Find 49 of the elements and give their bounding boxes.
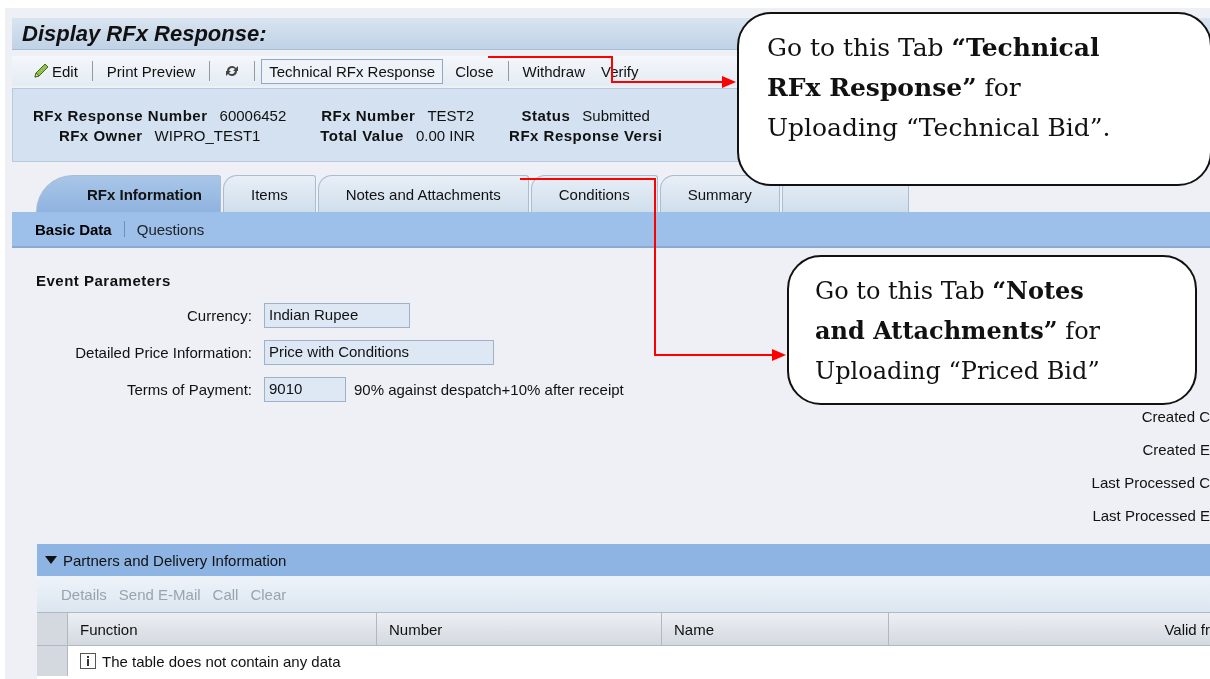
edit-button[interactable]: Edit bbox=[24, 58, 86, 84]
toolbar-button[interactable]: Print Preview bbox=[98, 58, 204, 84]
field-value: Submitted bbox=[582, 106, 650, 124]
subtab[interactable]: Questions bbox=[136, 220, 205, 238]
field-label: Created E bbox=[1142, 441, 1210, 458]
column-header: Valid fr bbox=[1163, 619, 1210, 640]
window-title: Display RFx Response: bbox=[22, 20, 267, 47]
field-value: 60006452 bbox=[219, 106, 287, 124]
field-label: Currency: bbox=[185, 307, 252, 324]
field-label: Total Value bbox=[320, 126, 404, 144]
info-icon bbox=[80, 653, 96, 669]
field-label: RFx Response Versi bbox=[509, 126, 663, 144]
field-label: Terms of Payment: bbox=[125, 381, 252, 398]
field-label: RFx Number bbox=[321, 106, 416, 124]
field-value: 0.00 INR bbox=[415, 126, 476, 144]
pencil-icon bbox=[32, 62, 50, 80]
callout-tooltip: Go to this Tab “Technical RFx Response” for Uploading “Technical Bid”. bbox=[737, 12, 1210, 186]
tab[interactable]: Notes and Attachments bbox=[317, 175, 529, 212]
subtab[interactable]: Basic Data bbox=[35, 220, 112, 238]
refresh-icon bbox=[224, 63, 241, 79]
collapse-triangle-icon[interactable] bbox=[45, 556, 57, 564]
tab[interactable]: Conditions bbox=[530, 175, 658, 212]
field-label: Last Processed E bbox=[1092, 507, 1210, 524]
column-header: Function bbox=[68, 613, 377, 645]
tab[interactable]: Items bbox=[223, 175, 316, 212]
field-value: TEST2 bbox=[427, 106, 475, 124]
section-title: Event Parameters bbox=[36, 272, 172, 289]
field-description: 90% against despatch+10% after receipt bbox=[354, 381, 624, 398]
column-header: Number bbox=[377, 613, 662, 645]
field-label: Created C bbox=[1141, 408, 1210, 425]
empty-table-message: The table does not contain any data bbox=[102, 652, 341, 670]
toolbar-button[interactable]: Withdraw bbox=[514, 58, 593, 84]
input-field[interactable]: Indian Rupee bbox=[264, 303, 410, 328]
row-selector-cell[interactable] bbox=[37, 646, 68, 676]
field-label: Status bbox=[521, 106, 571, 124]
tab[interactable]: RFx Information bbox=[36, 175, 221, 212]
input-field[interactable]: Price with Conditions bbox=[264, 340, 494, 365]
panel-title: Partners and Delivery Information bbox=[63, 551, 287, 569]
field-label: Last Processed C bbox=[1091, 474, 1210, 491]
field-label: RFx Owner bbox=[58, 126, 143, 144]
field-value: WIPRO_TEST1 bbox=[154, 126, 261, 144]
field-label: RFx Response Number bbox=[33, 106, 208, 124]
tab[interactable]: Summary bbox=[659, 175, 780, 212]
column-header: Name bbox=[662, 613, 889, 645]
toolbar-button[interactable]: Technical RFx Response bbox=[261, 58, 444, 84]
callout-tooltip: Go to this Tab “Notes and Attachments” for Uploading “Priced Bid” bbox=[787, 255, 1197, 405]
field-label: Detailed Price Information: bbox=[74, 344, 252, 361]
toolbar-button[interactable]: Close bbox=[447, 58, 502, 84]
input-field[interactable]: 9010 bbox=[264, 377, 346, 402]
